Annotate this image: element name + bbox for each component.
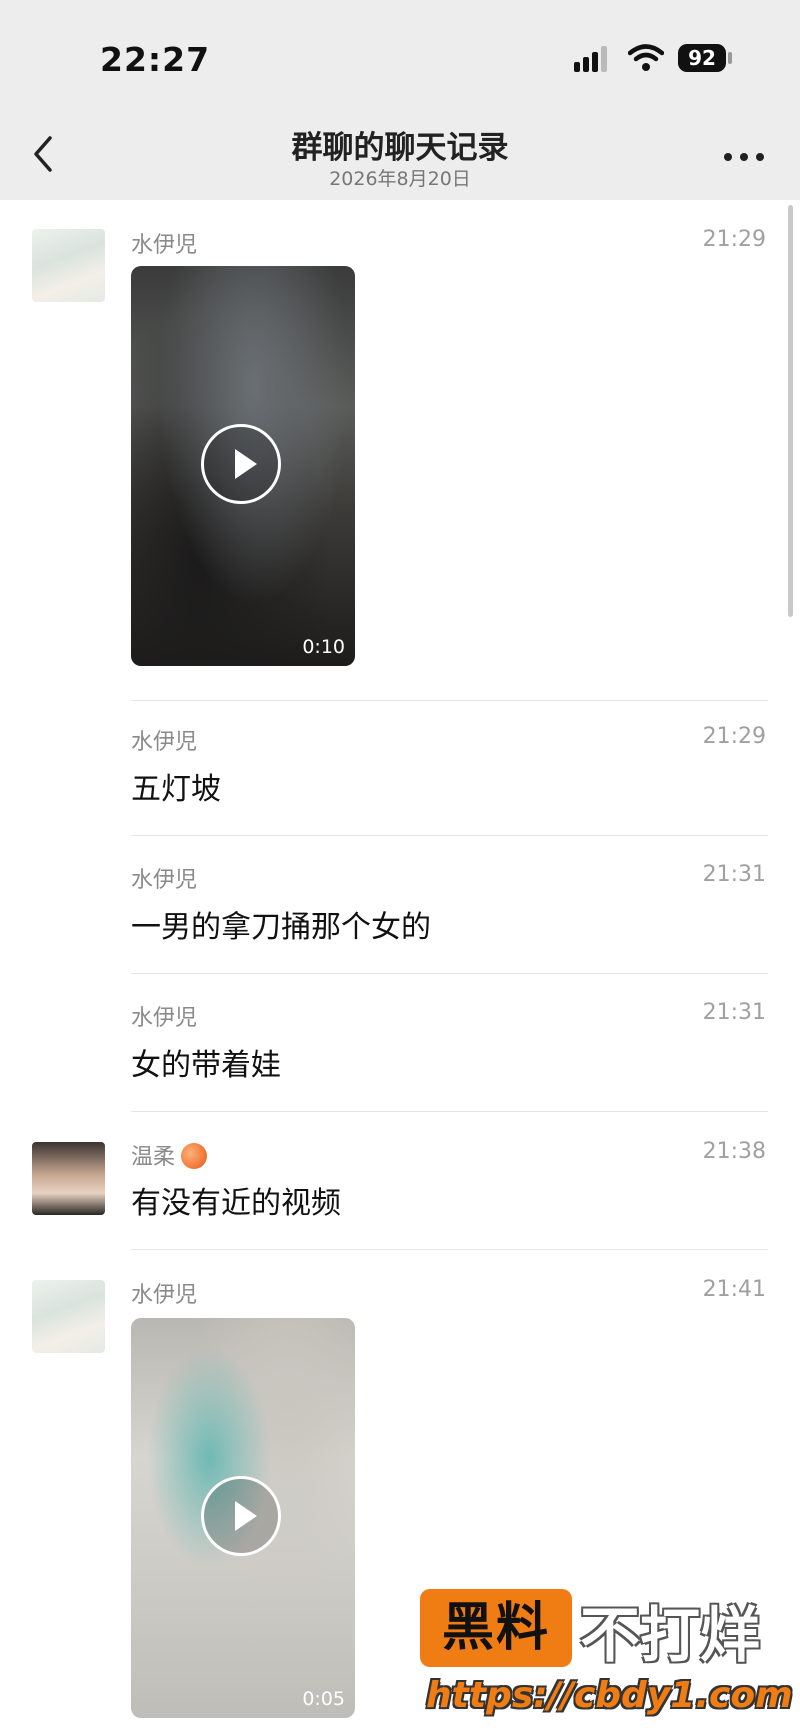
message-time: 21:31 [702,1000,766,1025]
message-text: 女的带着娃 [131,1048,281,1083]
status-time: 22:27 [100,40,211,79]
status-bar: 22:27 92 [0,0,800,110]
watermark: 黑料 不打烊 https://cbdy1.com [420,1583,800,1735]
peach-icon [181,1143,208,1169]
play-icon[interactable] [201,424,281,504]
divider [131,1111,768,1112]
sender-name: 水伊児 [131,233,198,258]
cellular-signal-icon [574,46,614,72]
message-time: 21:29 [702,227,766,252]
message-time: 21:31 [702,862,766,887]
message-text: 有没有近的视频 [131,1186,341,1221]
video-thumbnail[interactable]: 0:05 [131,1318,355,1718]
avatar[interactable] [32,229,105,302]
page-title: 群聊的聊天记录 [291,130,509,166]
watermark-url: https://cbdy1.com [426,1675,793,1716]
message-text: 五灯坡 [131,772,221,807]
sender-name-text: 温柔 [131,1145,176,1170]
watermark-slogan: 不打烊 [580,1601,760,1671]
divider [131,1249,768,1250]
divider [131,700,768,701]
scrollbar[interactable] [788,205,793,617]
divider [131,835,768,836]
sender-name: 水伊児 [131,1283,198,1308]
page-subtitle-date: 2026年8月20日 [329,168,471,190]
sender-name: 水伊児 [131,730,198,755]
video-thumbnail[interactable]: 0:10 [131,266,355,666]
more-options-icon[interactable] [722,150,766,164]
message-text: 一男的拿刀捅那个女的 [131,910,431,945]
nav-bar: 群聊的聊天记录 2026年8月20日 [0,110,800,200]
message-time: 21:41 [702,1277,766,1302]
divider [131,973,768,974]
battery-cap [728,52,732,64]
sender-name: 水伊児 [131,1006,198,1031]
play-icon[interactable] [201,1476,281,1556]
sender-name: 温柔 [131,1139,208,1171]
avatar[interactable] [32,1142,105,1215]
video-duration: 0:10 [302,636,345,658]
wifi-icon [628,44,664,71]
battery-indicator: 92 [678,44,726,72]
watermark-badge: 黑料 [420,1589,572,1667]
message-time: 21:38 [702,1139,766,1164]
sender-name: 水伊児 [131,868,198,893]
message-time: 21:29 [702,724,766,749]
avatar[interactable] [32,1280,105,1353]
video-duration: 0:05 [302,1688,345,1710]
